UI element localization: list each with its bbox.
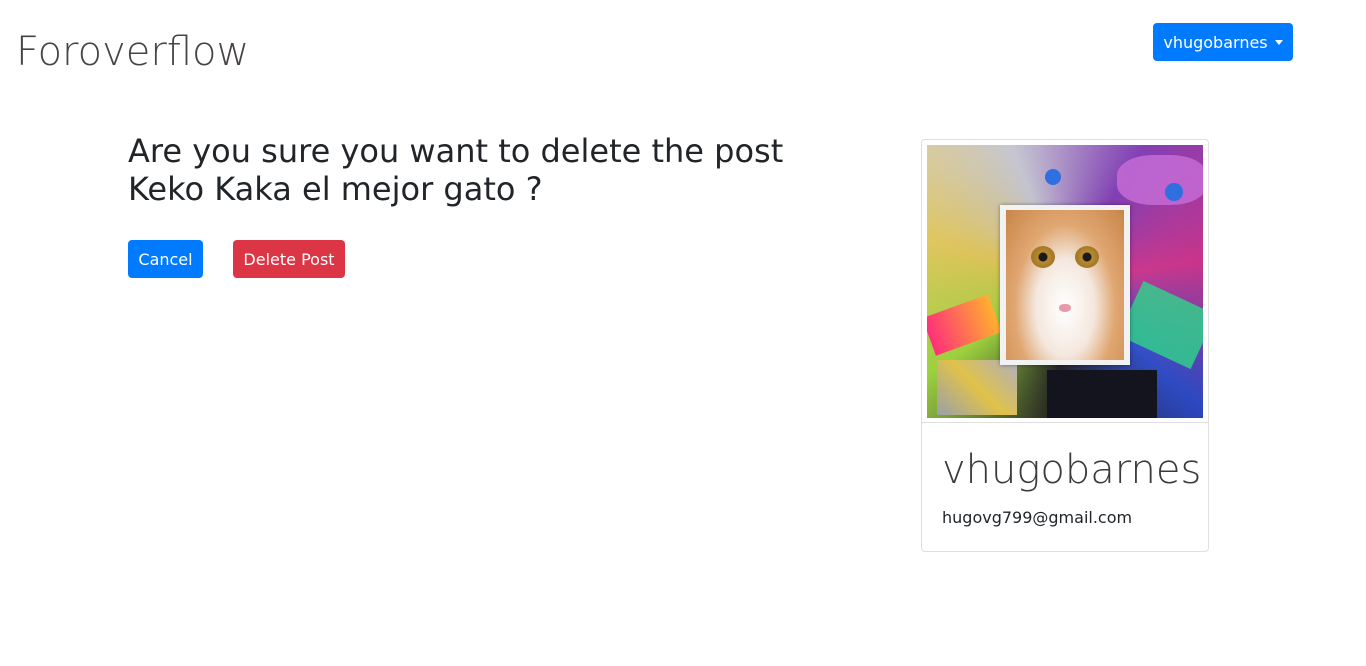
caret-down-icon — [1274, 39, 1283, 45]
cancel-button[interactable]: Cancel — [128, 240, 203, 278]
profile-username: vhugobarnes — [942, 447, 1202, 493]
profile-card: vhugobarnes hugovg799@gmail.com — [921, 139, 1209, 552]
site-brand[interactable]: Foroverflow — [16, 28, 249, 76]
user-menu-label: vhugobarnes — [1163, 32, 1268, 52]
profile-image — [927, 145, 1203, 418]
user-menu-dropdown[interactable]: vhugobarnes — [1153, 23, 1293, 61]
delete-post-button[interactable]: Delete Post — [233, 240, 345, 278]
profile-image-frame — [922, 140, 1208, 423]
profile-card-body: vhugobarnes hugovg799@gmail.com — [942, 446, 1202, 528]
profile-email: hugovg799@gmail.com — [942, 508, 1133, 527]
delete-confirmation-question: Are you sure you want to delete the post… — [128, 132, 784, 208]
cat-photo — [1000, 205, 1130, 365]
